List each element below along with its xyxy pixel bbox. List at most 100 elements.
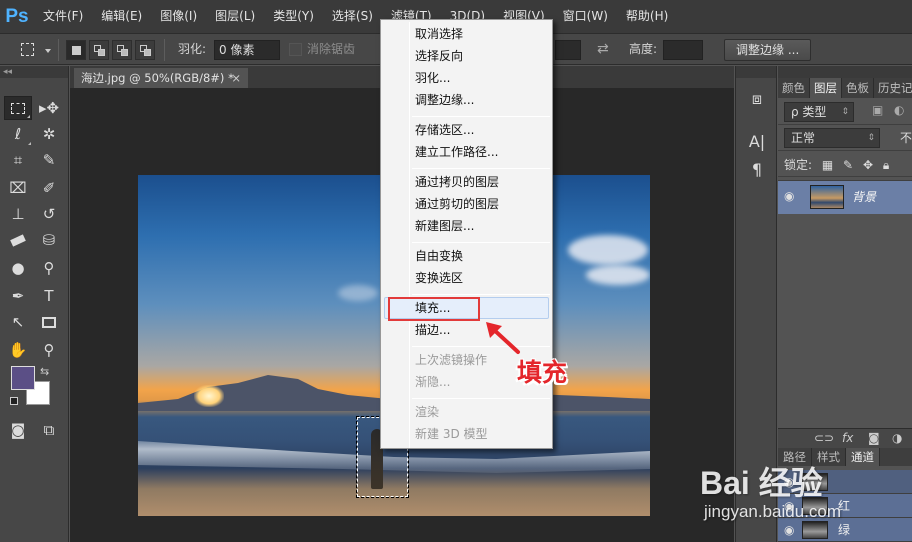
feather-input[interactable]: 0 像素 xyxy=(214,40,280,60)
layer-filter-select[interactable]: ρ 类型 ⇕ xyxy=(784,102,854,122)
zoom-tool[interactable]: ⚲ xyxy=(35,338,63,362)
width-input[interactable] xyxy=(555,40,581,60)
adjustment-layer-icon[interactable]: ◑ xyxy=(892,431,902,445)
foreground-color-swatch[interactable] xyxy=(11,366,35,390)
3d-panel-icon[interactable]: ⧈ xyxy=(745,88,769,110)
lock-transparency-icon[interactable]: ▦ xyxy=(822,158,833,172)
photoshop-logo: Ps xyxy=(5,5,29,27)
clone-stamp-tool[interactable]: ⊥ xyxy=(4,202,32,226)
menu-item-select-inverse[interactable]: 选择反向 xyxy=(384,45,549,67)
link-layers-icon[interactable]: ⊂⊃ xyxy=(814,431,834,445)
lock-all-icon[interactable]: 🔒︎ xyxy=(883,158,889,172)
blend-mode-row: 正常 ⇕ 不 xyxy=(778,125,912,151)
blur-tool[interactable]: ● xyxy=(4,256,32,280)
tab-layers[interactable]: 图层 xyxy=(810,78,842,98)
menu-help[interactable]: 帮助(H) xyxy=(617,0,677,33)
menu-file[interactable]: 文件(F) xyxy=(34,0,92,33)
swap-colors-icon[interactable]: ⇆ xyxy=(40,365,49,378)
tab-swatches[interactable]: 色板 xyxy=(842,78,874,98)
swap-dimensions-icon[interactable]: ⇄ xyxy=(597,34,609,65)
new-selection-icon xyxy=(72,46,81,55)
refine-edge-button[interactable]: 调整边缘 ... xyxy=(724,39,812,61)
hand-tool[interactable]: ✋ xyxy=(4,338,32,362)
eyedropper-tool[interactable]: ✎ xyxy=(35,148,63,172)
history-brush-tool[interactable]: ↺ xyxy=(35,202,63,226)
document-tab[interactable]: 海边.jpg @ 50%(RGB/8#) * × xyxy=(74,68,248,88)
default-colors-icon[interactable] xyxy=(10,397,18,405)
cloud-shape xyxy=(338,285,378,301)
image-filter-icon[interactable]: ▣ xyxy=(872,103,883,117)
eye-icon[interactable]: ◉ xyxy=(784,189,798,203)
add-selection-button[interactable] xyxy=(89,40,109,60)
new-selection-button[interactable] xyxy=(66,40,86,60)
brush-icon: ✐ xyxy=(42,179,56,197)
brush-tool[interactable]: ✐ xyxy=(35,176,63,200)
height-input[interactable] xyxy=(663,40,703,60)
sun-glow xyxy=(194,385,224,407)
paragraph-panel-icon[interactable]: ¶ xyxy=(745,158,769,180)
pen-tool[interactable]: ✒ xyxy=(4,284,32,308)
dodge-tool[interactable]: ⚲ xyxy=(35,256,63,280)
subtract-selection-button[interactable] xyxy=(112,40,132,60)
tool-preset-picker[interactable] xyxy=(18,40,51,60)
menu-image[interactable]: 图像(I) xyxy=(151,0,206,33)
menu-item-stroke[interactable]: 描边... xyxy=(384,319,549,341)
menu-item-deselect[interactable]: 取消选择 xyxy=(384,23,549,45)
menu-type[interactable]: 类型(Y) xyxy=(264,0,323,33)
hand-icon: ✋ xyxy=(8,341,28,359)
menu-separator xyxy=(412,116,550,117)
menu-select[interactable]: 选择(S) xyxy=(323,0,382,33)
menu-item-layer-via-copy[interactable]: 通过拷贝的图层 xyxy=(384,171,549,193)
type-tool[interactable]: T xyxy=(35,284,63,308)
layers-panel-footer: ⊂⊃ fx ◙ ◑ xyxy=(778,428,912,448)
panel-collapse-handle[interactable]: ◂◂ xyxy=(0,66,68,78)
menu-item-refine-edge[interactable]: 调整边缘... xyxy=(384,89,549,111)
panel-collapse-handle[interactable] xyxy=(736,66,776,78)
move-tool[interactable]: ▸✥ xyxy=(35,96,63,120)
blend-mode-select[interactable]: 正常 ⇕ xyxy=(784,128,880,148)
layer-name: 背景 xyxy=(852,190,877,204)
character-panel-icon[interactable]: A| xyxy=(745,130,769,152)
menu-item-layer-via-cut[interactable]: 通过剪切的图层 xyxy=(384,193,549,215)
menu-item-render[interactable]: 渲染 xyxy=(384,401,549,423)
menu-layer[interactable]: 图层(L) xyxy=(206,0,264,33)
eraser-tool[interactable] xyxy=(4,228,32,252)
cloud-shape xyxy=(568,235,648,265)
menu-item-feather[interactable]: 羽化... xyxy=(384,67,549,89)
menu-item-transform-selection[interactable]: 变换选区 xyxy=(384,267,549,289)
tab-color[interactable]: 颜色 xyxy=(778,78,810,98)
rectangle-icon xyxy=(42,316,56,328)
paint-bucket-icon: ⛁ xyxy=(42,231,56,249)
lock-pixels-icon[interactable]: ✎ xyxy=(843,158,853,172)
magic-wand-tool[interactable]: ✲ xyxy=(35,122,63,146)
close-icon[interactable]: × xyxy=(231,68,241,88)
adjustment-filter-icon[interactable]: ◐ xyxy=(894,103,904,117)
layer-style-icon[interactable]: fx xyxy=(842,431,853,445)
intersect-selection-button[interactable] xyxy=(135,40,155,60)
menu-item-make-work-path[interactable]: 建立工作路径... xyxy=(384,141,549,163)
add-mask-icon[interactable]: ◙ xyxy=(868,431,880,445)
menu-item-save-selection[interactable]: 存储选区... xyxy=(384,119,549,141)
healing-brush-tool[interactable]: ⌧ xyxy=(4,176,32,200)
screen-mode-button[interactable]: ⧉ xyxy=(35,418,63,442)
menu-item-free-transform[interactable]: 自由变换 xyxy=(384,245,549,267)
menu-window[interactable]: 窗口(W) xyxy=(554,0,617,33)
quick-mask-button[interactable]: ◙ xyxy=(4,418,32,442)
marquee-icon xyxy=(21,43,34,56)
lock-position-icon[interactable]: ✥ xyxy=(863,158,873,172)
lasso-tool[interactable]: ℓ xyxy=(4,122,32,146)
menu-item-new-3d-model[interactable]: 新建 3D 模型 xyxy=(384,423,549,445)
path-selection-tool[interactable]: ↖ xyxy=(4,310,32,334)
rectangle-tool[interactable] xyxy=(35,310,63,334)
menu-item-new-layer[interactable]: 新建图层... xyxy=(384,215,549,237)
paint-bucket-tool[interactable]: ⛁ xyxy=(35,228,63,252)
antialias-checkbox[interactable] xyxy=(289,43,302,56)
baidu-watermark: Bai 经验 jingyan.baidu.com xyxy=(700,458,912,542)
crop-tool[interactable]: ⌗ xyxy=(4,148,32,172)
tab-history[interactable]: 历史记 xyxy=(874,78,912,98)
watermark-url: jingyan.baidu.com xyxy=(704,502,842,521)
stamp-icon: ⊥ xyxy=(11,205,25,223)
menu-edit[interactable]: 编辑(E) xyxy=(92,0,151,33)
layer-row-background[interactable]: ◉ 背景 xyxy=(778,180,912,214)
rect-marquee-tool[interactable] xyxy=(4,96,32,120)
